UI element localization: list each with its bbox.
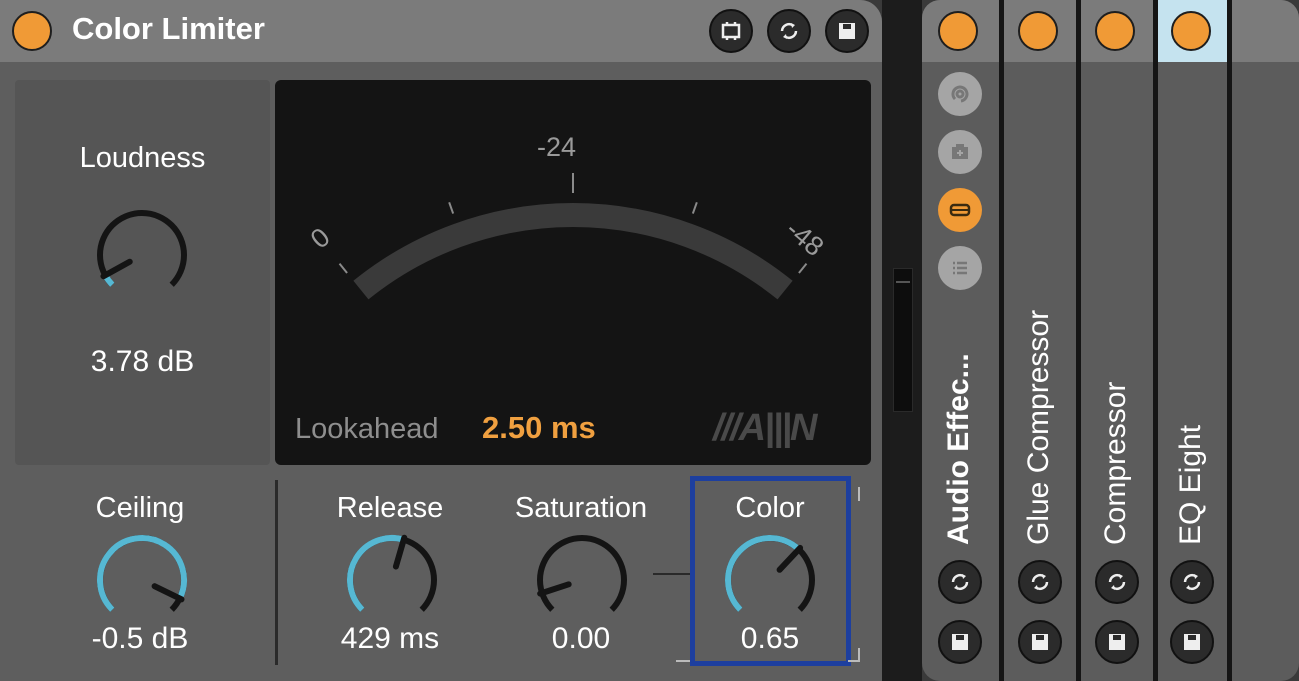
save-preset-button[interactable] [1095, 620, 1139, 664]
device-power-toggle[interactable] [1095, 11, 1135, 51]
ceiling-label: Ceiling [95, 492, 185, 524]
lookahead-label: Lookahead [295, 413, 439, 445]
list-button[interactable] [938, 246, 982, 290]
ain-logo: ///A|||N [713, 407, 817, 449]
save-preset-button[interactable] [1170, 620, 1214, 664]
saturation-label: Saturation [514, 492, 648, 524]
list-icon [953, 261, 967, 275]
knob-fill [97, 535, 187, 612]
gain-reduction-meter: 0 -24 -48 Lookahead 2.50 ms ///A|||N [275, 80, 871, 465]
device-power-toggle[interactable] [12, 11, 52, 51]
save-icon [1032, 634, 1048, 650]
meter-arc [353, 203, 793, 300]
save-preset-button[interactable] [825, 9, 869, 53]
color-limiter-device: Color Limiter Loudness 3.78 dB 0 -24 -48… [0, 0, 882, 681]
refresh-button[interactable] [1018, 560, 1062, 604]
chain-item-label: EQ Eight [1174, 424, 1207, 545]
section-divider [275, 480, 278, 665]
knob-pointer [151, 583, 185, 603]
meter-tick [338, 263, 348, 274]
ceiling-value: -0.5 dB [91, 622, 189, 655]
macro-button[interactable] [938, 188, 982, 232]
save-icon [1109, 634, 1125, 650]
link-line [653, 573, 693, 575]
knob-pointer [776, 544, 804, 573]
release-label: Release [336, 492, 444, 524]
hot-swap-icon [721, 22, 741, 40]
loudness-panel: Loudness 3.78 dB [15, 80, 270, 465]
device-power-toggle[interactable] [1171, 11, 1211, 51]
chain-item-label: Audio Effec... [942, 353, 975, 545]
add-device-icon [952, 144, 968, 159]
loudness-value: 3.78 dB [90, 345, 195, 378]
save-preset-button[interactable] [938, 620, 982, 664]
meter-tick [448, 201, 455, 214]
corner-mark [676, 660, 690, 662]
device-power-toggle[interactable] [1018, 11, 1058, 51]
refresh-icon [780, 23, 798, 39]
refresh-icon [951, 574, 969, 590]
chain-icon [951, 85, 969, 103]
ceiling-knob[interactable] [87, 525, 197, 635]
device-power-toggle[interactable] [938, 11, 978, 51]
macro-icon [949, 203, 971, 217]
meter-tick [691, 201, 698, 214]
knob-pointer [100, 258, 133, 280]
device-chain-panel: Audio Effec... Glue Compressor Compresso… [922, 0, 1299, 681]
add-device-button[interactable] [938, 130, 982, 174]
save-preset-button[interactable] [1018, 620, 1062, 664]
knob-fill [725, 535, 801, 612]
save-icon [839, 23, 855, 39]
refresh-icon [1183, 574, 1201, 590]
refresh-button[interactable] [938, 560, 982, 604]
device-title-bar[interactable]: Color Limiter [0, 0, 882, 62]
chain-volume-meter [893, 268, 913, 412]
corner-mark [858, 648, 860, 662]
knob-pointer [392, 534, 408, 570]
chain-item-label: Compressor [1099, 381, 1132, 545]
knob-track [537, 535, 627, 612]
save-icon [952, 634, 968, 650]
chain-button[interactable] [938, 72, 982, 116]
loudness-label: Loudness [79, 142, 206, 174]
color-knob[interactable] [715, 525, 825, 635]
lookahead-value[interactable]: 2.50 ms [482, 410, 596, 446]
saturation-value: 0.00 [551, 622, 611, 655]
color-value: 0.65 [740, 622, 800, 655]
meter-tick [798, 263, 808, 274]
saturation-knob[interactable] [527, 525, 637, 635]
hot-swap-button[interactable] [709, 9, 753, 53]
device-title: Color Limiter [72, 11, 265, 46]
save-icon [1184, 634, 1200, 650]
loudness-knob[interactable] [87, 200, 197, 310]
chain-splitter [882, 0, 922, 681]
refresh-button[interactable] [1095, 560, 1139, 604]
release-knob[interactable] [337, 525, 447, 635]
refresh-button[interactable] [1170, 560, 1214, 604]
chain-item-label: Glue Compressor [1022, 309, 1055, 545]
refresh-icon [1108, 574, 1126, 590]
corner-mark [858, 487, 860, 501]
meter-label-24: -24 [537, 132, 577, 162]
refresh-button[interactable] [767, 9, 811, 53]
refresh-icon [1031, 574, 1049, 590]
knob-pointer [537, 581, 572, 597]
knob-fill [347, 535, 405, 612]
release-value: 429 ms [340, 622, 440, 655]
color-label: Color [735, 492, 805, 524]
